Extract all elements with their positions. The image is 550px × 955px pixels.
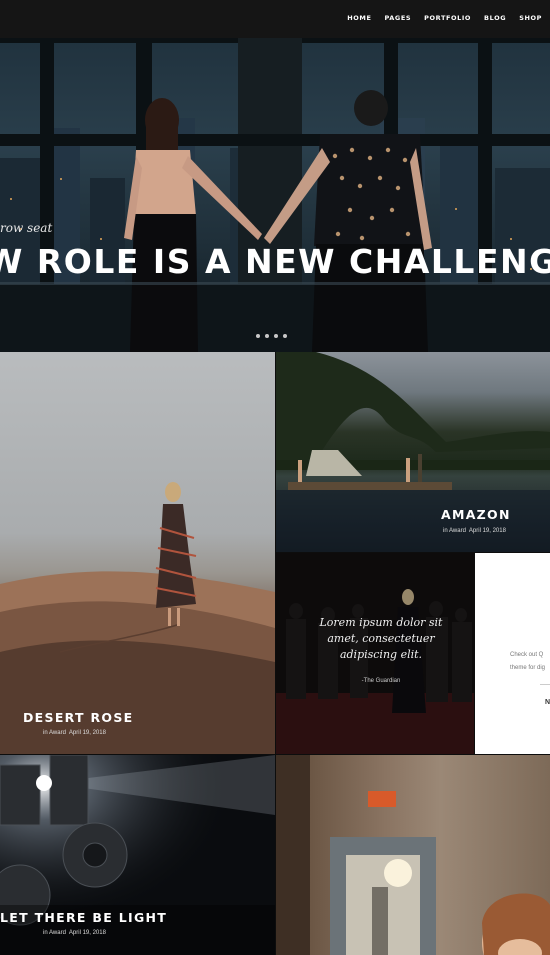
promo-line-1: Check out Q (510, 652, 544, 658)
nav-blog-link[interactable]: BLOG (484, 14, 506, 22)
portfolio-item-amazon[interactable]: AMAZON in Award April 19, 2018 (276, 352, 550, 552)
top-navbar: HOME PAGES PORTFOLIO BLOG SHOP (0, 0, 550, 38)
nav-home-link[interactable]: HOME (347, 14, 371, 22)
quote-text: Lorem ipsum dolor sit amet, consectetuer… (319, 616, 443, 661)
promo-text: Check out Q theme for dig (510, 649, 545, 675)
portfolio-category[interactable]: in Award (443, 528, 466, 534)
portfolio-meta: in Award April 19, 2018 (43, 930, 109, 936)
portfolio-title[interactable]: DESERT ROSE (23, 710, 134, 725)
portfolio-title[interactable]: AMAZON (441, 507, 511, 522)
promo-link[interactable]: N (545, 699, 550, 706)
projector-image (0, 755, 275, 955)
portfolio-date: April 19, 2018 (68, 930, 106, 936)
slider-dot-3[interactable] (274, 334, 278, 338)
slider-dot-2[interactable] (265, 334, 269, 338)
amazon-image (276, 352, 550, 552)
desert-image (0, 482, 275, 754)
portfolio-item-portrait[interactable] (276, 755, 550, 955)
main-menu: HOME PAGES PORTFOLIO BLOG SHOP (347, 14, 542, 22)
portfolio-category[interactable]: in Award (43, 930, 66, 936)
portfolio-item-desert-rose[interactable]: DESERT ROSE in Award April 19, 2018 (0, 352, 275, 754)
promo-divider (540, 684, 550, 685)
hero-subtitle: row seat (0, 221, 53, 235)
promo-text-tile: Check out Q theme for dig N (475, 553, 550, 754)
nav-pages-link[interactable]: PAGES (385, 14, 412, 22)
nav-shop-link[interactable]: SHOP (519, 14, 542, 22)
portfolio-category[interactable]: in Award (43, 730, 66, 736)
portfolio-item-let-there-be-light[interactable]: LET THERE BE LIGHT in Award April 19, 201… (0, 755, 275, 955)
portfolio-date: April 19, 2018 (68, 730, 106, 736)
portfolio-meta: in Award April 19, 2018 (443, 528, 509, 534)
room-portrait-image (276, 755, 550, 955)
portfolio-date: April 19, 2018 (468, 528, 506, 534)
quote-source: -The Guardian (361, 678, 401, 684)
hero-slider[interactable]: row seat W ROLE IS A NEW CHALLENGE (0, 38, 550, 352)
hero-title: W ROLE IS A NEW CHALLENGE (0, 242, 550, 281)
testimonial-quote-tile: Lorem ipsum dolor sit amet, consectetuer… (276, 553, 474, 754)
portfolio-title[interactable]: LET THERE BE LIGHT (0, 910, 167, 925)
slider-pagination (256, 334, 287, 338)
portfolio-meta: in Award April 19, 2018 (43, 730, 109, 736)
slider-dot-1[interactable] (256, 334, 260, 338)
slider-dot-4[interactable] (283, 334, 287, 338)
hero-couple-window-image (0, 38, 550, 352)
promo-line-2: theme for dig (510, 665, 546, 671)
nav-portfolio-link[interactable]: PORTFOLIO (424, 14, 471, 22)
